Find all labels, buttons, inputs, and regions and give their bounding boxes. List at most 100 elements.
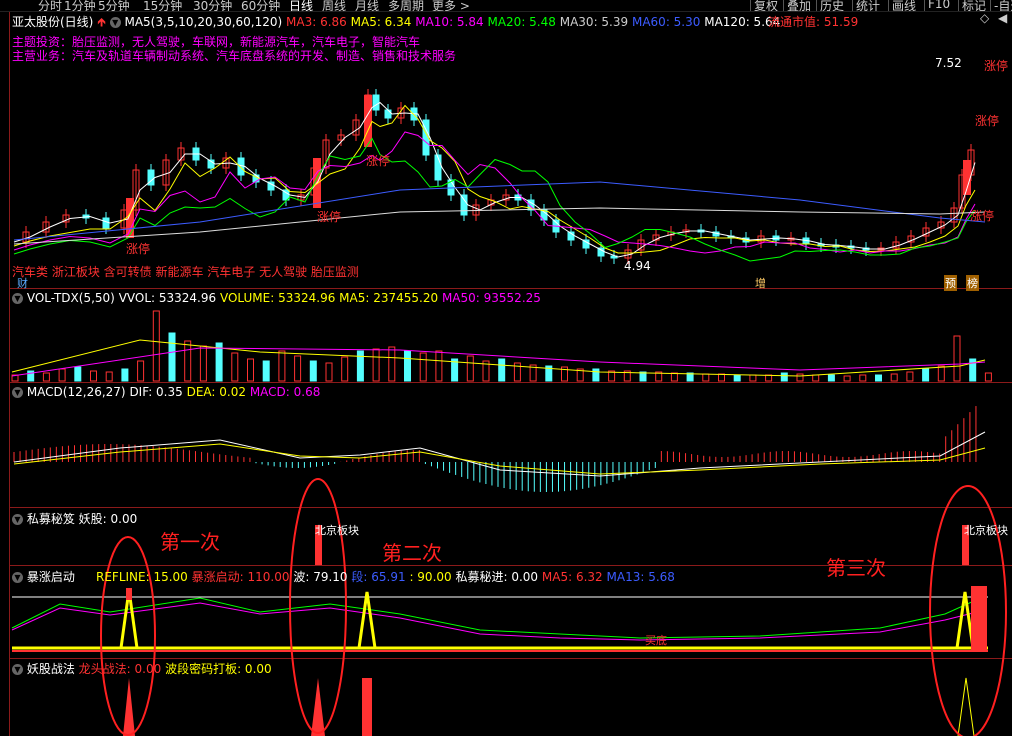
volume-bar [922, 368, 930, 382]
low-price-label: 4.94 [624, 259, 651, 273]
vol-volume: VOLUME: 53324.96 [219, 291, 336, 305]
volume-bar [294, 355, 302, 382]
volume-bar [670, 372, 678, 382]
macd-indicator-name[interactable]: MACD(12,26,27) [27, 385, 126, 399]
volume-bar [309, 360, 317, 382]
volume-bar [796, 373, 804, 382]
concept-line: 汽车类 浙江板块 含可转债 新能源车 汽车电子 无人驾驶 胎压监测 [12, 265, 359, 279]
candle-body [372, 94, 380, 111]
volume-bar [199, 345, 207, 382]
limit-up-label-3: 涨停 [366, 154, 391, 168]
baozhang-refline: REFLINE: 15.00 [96, 570, 188, 584]
volume-bar [953, 335, 961, 382]
ma5-value: MA5: 6.34 [350, 15, 412, 29]
baozhang-spike [955, 591, 975, 649]
main-header: 亚太股份(日线) 🡹 ▼ MA5(3,5,10,20,30,60,120) MA… [12, 13, 780, 34]
market-cap: 流通市值: 51.59 [768, 15, 859, 29]
baozhang-red-marker [126, 588, 132, 600]
badge-yu[interactable]: 预 [944, 275, 957, 291]
volume-bar [812, 374, 820, 382]
stock-title[interactable]: 亚太股份(日线) [12, 15, 93, 29]
volume-bar [749, 374, 757, 382]
business-line: 主营业务：汽车及轨道车辆制动系统、汽车底盘系统的开发、制造、销售和技术服务 [12, 49, 457, 63]
macd-dea: DEA: 0.02 [186, 385, 246, 399]
ma5-line [13, 104, 976, 254]
baozhang-ma13: MA13: 5.68 [606, 570, 675, 584]
ma30-value: MA30: 5.39 [559, 15, 629, 29]
volume-bar [498, 358, 506, 382]
volume-bar [702, 373, 710, 382]
macd-dif: DIF: 0.35 [129, 385, 183, 399]
volume-bar [325, 362, 333, 382]
volume-bar [875, 374, 882, 382]
yaogu-longtou: 龙头战法: 0.00 [78, 662, 162, 676]
badge-zeng[interactable]: 增 [754, 275, 767, 291]
simu-settings-icon[interactable]: ▼ [12, 514, 23, 525]
yaogu-spike [123, 678, 135, 736]
limit-up-label-2: 涨停 [317, 210, 342, 224]
annotation-second: 第二次 [382, 541, 442, 565]
simu-value: 妖股: 0.00 [78, 512, 138, 526]
volume-bar [906, 371, 914, 382]
diamond-icon[interactable]: ◇ [980, 11, 989, 25]
ma10-value: MA10: 5.84 [415, 15, 484, 29]
baozhang-values: REFLINE: 15.00 暴涨启动: 110.00 波: 79.10 段: … [96, 568, 675, 585]
baozhang-mijin: 私募秘进: 0.00 [455, 570, 539, 584]
ma20-value: MA20: 5.48 [487, 15, 556, 29]
high-price-label: 7.52 [935, 56, 962, 70]
baozhang-ninety: : 90.00 [409, 570, 452, 584]
macd-settings-icon[interactable]: ▼ [12, 387, 23, 398]
limit-up-label-recent2: 涨停 [970, 209, 995, 223]
macd-macd: MACD: 0.68 [249, 385, 321, 399]
volume-bar [105, 371, 113, 382]
collapse-icon[interactable]: ◀ [998, 11, 1007, 25]
limit-up-arrow-icon: 🡹 [97, 15, 106, 29]
volume-bar [42, 372, 50, 382]
candle-body [384, 109, 392, 119]
volume-bar [984, 372, 992, 382]
baozhang-header: ▼ 暴涨启动 [12, 568, 75, 585]
limit-up-label-1: 涨停 [126, 242, 151, 256]
volume-bar [231, 352, 239, 382]
volume-bar [404, 350, 411, 382]
vol-settings-icon[interactable]: ▼ [12, 293, 23, 304]
baozhang-line-green [11, 595, 986, 639]
yaogu-bar [362, 678, 372, 736]
volume-bar [592, 368, 600, 382]
volume-bar [152, 310, 160, 382]
volume-bar [843, 375, 851, 382]
annotation-third: 第三次 [826, 556, 886, 580]
volume-bar [733, 374, 741, 382]
baozhang-qidong: 暴涨启动: 110.00 [191, 570, 290, 584]
vol-indicator-name[interactable]: VOL-TDX(5,50) [27, 291, 115, 305]
yaogu-indicator-name[interactable]: 妖股战法 [27, 662, 75, 676]
vol-ma5: MA5: 237455.20 [339, 291, 439, 305]
volume-bar [419, 352, 427, 382]
volume-bar [58, 368, 66, 382]
volume-bar [466, 355, 474, 382]
volume-bar [435, 350, 443, 382]
volume-bar [372, 348, 380, 382]
yaogu-settings-icon[interactable]: ▼ [12, 664, 23, 675]
simu-indicator-name[interactable]: 私募秘笈 [27, 512, 75, 526]
volume-bar [184, 340, 192, 382]
baozhang-settings-icon[interactable]: ▼ [12, 572, 23, 583]
volume-bar [388, 346, 396, 382]
baozhang-duan: 段: 65.91 [351, 570, 406, 584]
simu-tag-2: 北京板块 [964, 524, 1008, 537]
settings-toggle-icon[interactable]: ▼ [109, 17, 121, 28]
limit-up-candle [364, 95, 372, 147]
volume-bar [74, 366, 82, 382]
vol-header: ▼ VOL-TDX(5,50) VVOL: 53324.96 VOLUME: 5… [12, 291, 541, 305]
ma60-line [13, 181, 986, 241]
ma3-line [13, 101, 976, 258]
baozhang-spike [357, 591, 377, 649]
volume-bar [356, 350, 364, 382]
simu-tag-1: 北京板块 [315, 524, 359, 537]
badge-bang[interactable]: 榜 [966, 275, 979, 291]
baozhang-line-magenta [11, 602, 986, 641]
badge-cai[interactable]: 财 [16, 275, 29, 291]
ma-params: MA5(3,5,10,20,30,60,120) [124, 15, 283, 29]
kline-chart-canvas[interactable] [0, 0, 1012, 736]
baozhang-indicator-name[interactable]: 暴涨启动 [27, 570, 75, 584]
